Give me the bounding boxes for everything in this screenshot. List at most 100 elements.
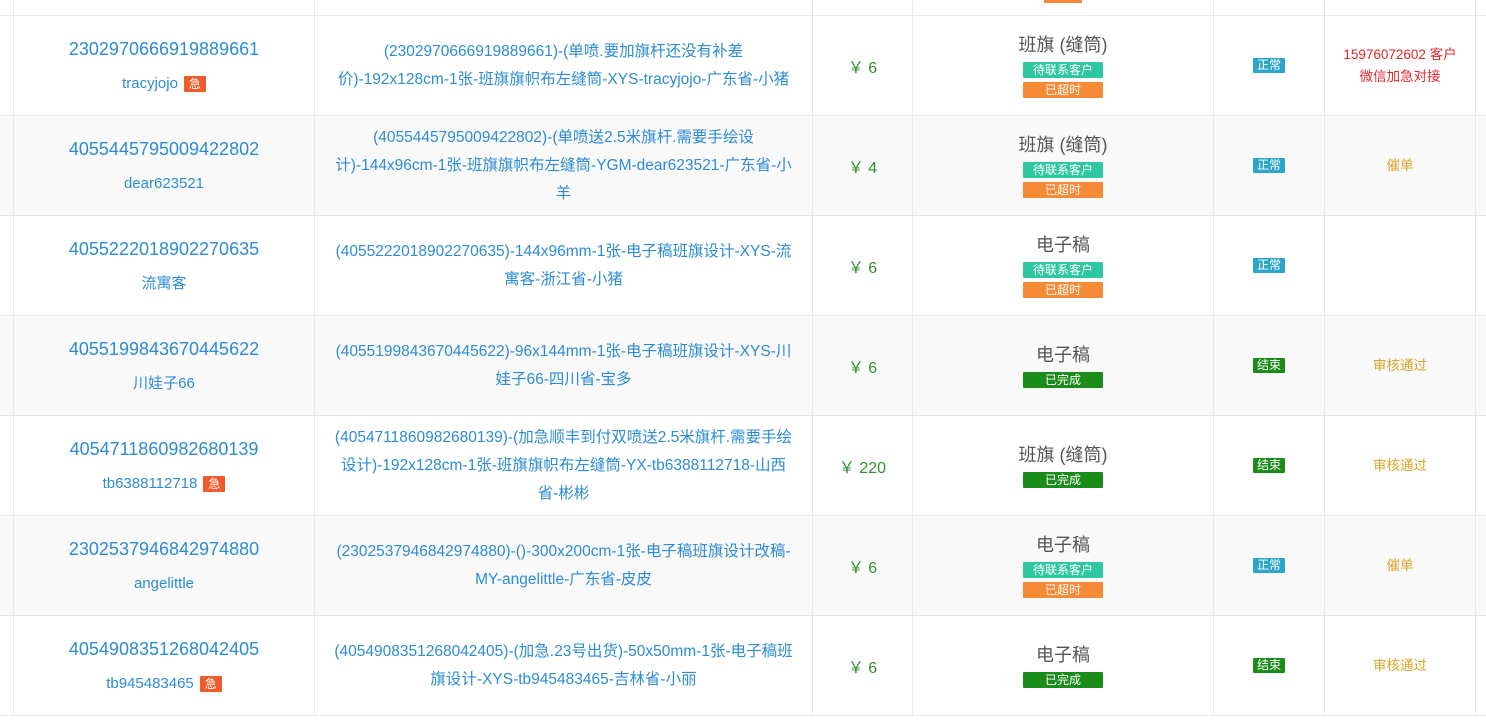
pending-tag: 待联系客户 — [1023, 61, 1103, 78]
order-title-link[interactable]: (4055199843670445622)-96x144mm-1张-电子稿班旗设… — [333, 338, 794, 394]
note-cell: 催单 — [1325, 516, 1476, 615]
row-end — [1476, 516, 1486, 615]
order-id-link[interactable]: 4054711860982680139 — [70, 438, 259, 460]
overdue-tag: 已超时 — [1023, 281, 1103, 298]
buyer-name[interactable]: tracyjojo 急 — [122, 74, 206, 94]
order-id-link[interactable]: 2302537946842974880 — [69, 538, 259, 560]
order-price: ￥ 4 — [847, 159, 878, 177]
urgent-badge: 急 — [203, 475, 226, 492]
price-cell: ￥ 6 — [813, 516, 913, 615]
price-cell: ￥ 6 — [813, 616, 913, 715]
status-cell: 结束 — [1214, 416, 1325, 515]
status-badge: 结束 — [1252, 458, 1285, 473]
buyer-name[interactable]: dear623521 — [124, 174, 204, 194]
table-body: 2302970666919889661 tracyjojo 急 (2302970666… — [0, 16, 1486, 716]
order-cell: 4055445795009422802 dear623521 — [14, 116, 315, 215]
status-cell: 正常 — [1214, 116, 1325, 215]
status-badge: 结束 — [1252, 358, 1285, 373]
order-cell: 2302970666919889661 tracyjojo 急 — [14, 16, 315, 115]
order-title-link[interactable]: (4054711860982680139)-(加急顺丰到付双喷送2.5米旗杆.需… — [333, 424, 794, 508]
order-cell: 4055199843670445622 川娃子66 — [14, 316, 315, 415]
product-type: 电子稿 — [1036, 534, 1090, 555]
order-id-link[interactable]: 4055222018902270635 — [69, 238, 259, 260]
type-cell: 电子稿待联系客户已超时 — [913, 216, 1214, 315]
table-row-partial — [0, 0, 1486, 16]
row-gutter — [0, 316, 14, 415]
table-row: 2302970666919889661 tracyjojo 急 (2302970666… — [0, 16, 1486, 116]
type-cell: 电子稿 待联系客户 已超时 — [913, 516, 1214, 615]
order-id-link[interactable]: 4055445795009422802 — [69, 138, 259, 160]
order-title-link[interactable]: (2302537946842974880)-()-300x200cm-1张-电子… — [333, 538, 794, 594]
order-id-link[interactable]: 4054908351268042405 — [69, 638, 259, 660]
product-type: 班旗 (缝筒) — [1018, 34, 1108, 55]
product-type: 班旗 (缝筒) — [1018, 134, 1108, 155]
buyer-name-text: dear623521 — [123, 174, 205, 192]
order-title-link[interactable]: (4054908351268042405)-(加急.23号出货)-50x50mm… — [333, 638, 794, 694]
overdue-tag: 已超时 — [1023, 581, 1103, 598]
order-title-link[interactable]: (4055222018902270635)-144x96mm-1张-电子稿班旗设… — [333, 238, 794, 294]
row-gutter — [0, 616, 14, 715]
title-cell: (4055445795009422802)-(单喷送2.5米旗杆.需要手绘设计)… — [315, 116, 813, 215]
orders-table: 2302970666919889661 tracyjojo 急 (2302970666… — [0, 0, 1486, 722]
price-cell: ￥ 6 — [813, 16, 913, 115]
note-text: 审核通过 — [1373, 357, 1427, 373]
buyer-name[interactable]: angelittle — [134, 574, 194, 594]
note-text: 催单 — [1386, 157, 1414, 173]
buyer-name-text: 川娃子66 — [133, 374, 195, 392]
product-type: 班旗 (缝筒) — [1018, 444, 1108, 465]
type-cell: 班旗 (缝筒) 待联系客户已超时 — [913, 116, 1214, 215]
price-cell: ￥ 6 — [813, 216, 913, 315]
status-cell: 结束 — [1214, 616, 1325, 715]
row-end — [1476, 616, 1486, 715]
overdue-tag: 已超时 — [1023, 81, 1103, 98]
buyer-name[interactable]: tb6388112718 急 — [103, 474, 226, 494]
price-cell: ￥ 6 — [813, 316, 913, 415]
order-cell: 4054711860982680139 tb6388112718 急 — [14, 416, 315, 515]
title-cell: (4054711860982680139)-(加急顺丰到付双喷送2.5米旗杆.需… — [315, 416, 813, 515]
status-cell: 正常 — [1214, 216, 1325, 315]
title-cell: (4055222018902270635)-144x96mm-1张-电子稿班旗设… — [315, 216, 813, 315]
type-cell: 班旗 (缝筒) 已完成 — [913, 416, 1214, 515]
order-id-link[interactable]: 2302970666919889661 — [69, 38, 259, 60]
order-price: ￥ 6 — [847, 259, 878, 277]
row-end — [1476, 216, 1486, 315]
note-text: 审核通过 — [1373, 457, 1427, 473]
status-badge: 正常 — [1252, 258, 1285, 273]
buyer-name[interactable]: tb945483465 急 — [106, 674, 222, 694]
status-badge: 正常 — [1252, 158, 1285, 173]
order-price: ￥ 220 — [838, 459, 887, 477]
status-badge: 正常 — [1252, 58, 1285, 73]
product-type: 电子稿 — [1036, 644, 1090, 665]
pending-tag: 待联系客户 — [1023, 161, 1103, 178]
buyer-name[interactable]: 流寓客 — [141, 274, 186, 294]
overdue-tag: 已超时 — [1023, 181, 1103, 198]
table-row: 4054908351268042405 tb945483465 急 (40549083… — [0, 616, 1486, 716]
done-tag: 已完成 — [1023, 471, 1103, 488]
status-cell: 结束 — [1214, 316, 1325, 415]
note-text: 审核通过 — [1373, 657, 1427, 673]
buyer-name[interactable]: 川娃子66 — [133, 374, 195, 394]
row-gutter — [0, 116, 14, 215]
note-cell: 催单 — [1325, 116, 1476, 215]
note-text: 15976072602 客户 — [1343, 46, 1457, 62]
urgent-badge: 急 — [183, 75, 206, 92]
title-cell: (4054908351268042405)-(加急.23号出货)-50x50mm… — [315, 616, 813, 715]
status-badge: 结束 — [1252, 658, 1285, 673]
status-cell: 正常 — [1214, 16, 1325, 115]
order-title-link[interactable]: (2302970666919889661)-(单喷.要加旗杆还没有补差价)-19… — [333, 38, 794, 94]
note-text: 催单 — [1386, 557, 1414, 573]
row-end — [1476, 416, 1486, 515]
buyer-name-text: angelittle — [133, 574, 195, 592]
order-title-link[interactable]: (4055445795009422802)-(单喷送2.5米旗杆.需要手绘设计)… — [333, 124, 794, 208]
title-cell: (4055199843670445622)-96x144mm-1张-电子稿班旗设… — [315, 316, 813, 415]
pending-tag: 待联系客户 — [1023, 261, 1103, 278]
note-text: 微信加急对接 — [1359, 68, 1441, 84]
order-id-link[interactable]: 4055199843670445622 — [69, 338, 259, 360]
table-row: 4054711860982680139 tb6388112718 急 (4054711… — [0, 416, 1486, 516]
title-cell: (2302970666919889661)-(单喷.要加旗杆还没有补差价)-19… — [315, 16, 813, 115]
order-price: ￥ 6 — [847, 359, 878, 377]
done-tag: 已完成 — [1023, 371, 1103, 388]
urgent-badge: 急 — [199, 675, 222, 692]
product-type: 电子稿 — [1036, 234, 1090, 255]
row-end — [1476, 16, 1486, 115]
